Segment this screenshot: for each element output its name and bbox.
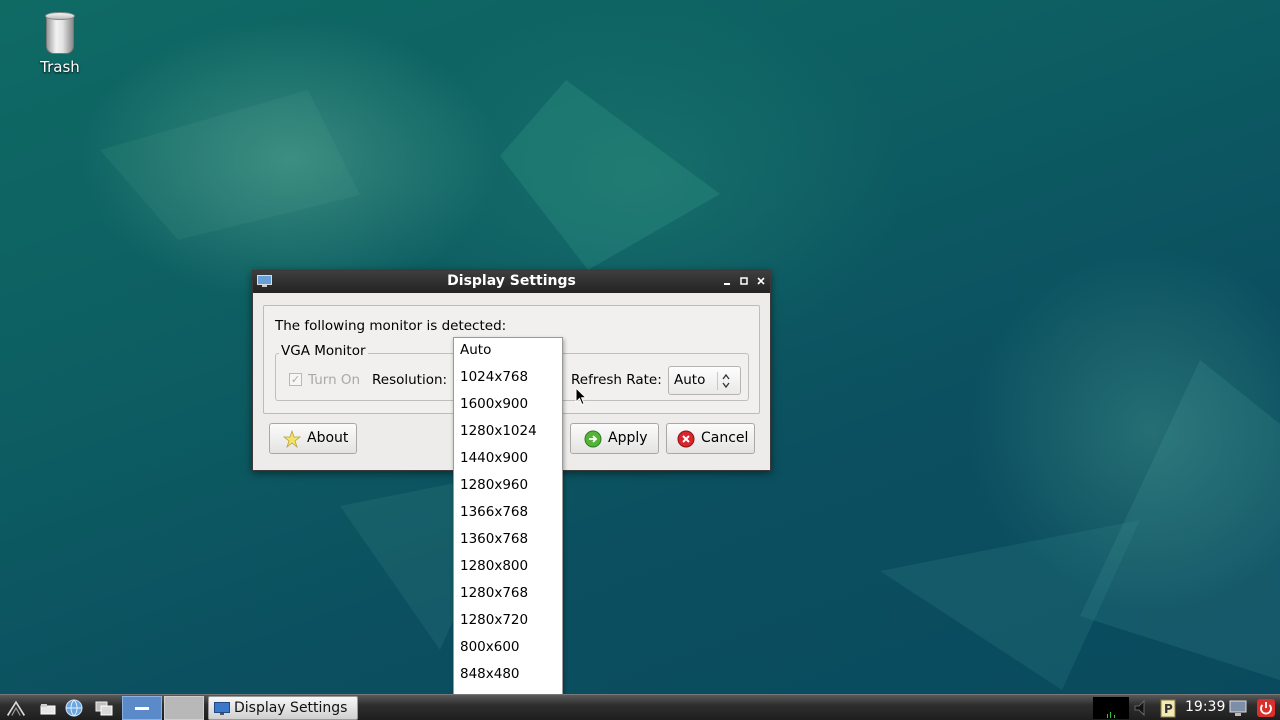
resolution-option[interactable]: 1600x900	[454, 392, 562, 419]
resolution-option[interactable]: 1280x960	[454, 473, 562, 500]
desktop-icon-trash[interactable]: Trash	[30, 12, 90, 76]
resolution-option[interactable]: 1280x720	[454, 608, 562, 635]
workspace-1-button[interactable]	[122, 696, 162, 720]
resolution-option[interactable]: 800x600	[454, 635, 562, 662]
refresh-rate-value: Auto	[674, 372, 706, 388]
about-button[interactable]: About	[269, 423, 357, 454]
resolution-label: Resolution:	[372, 372, 448, 388]
desktop-icon-label: Trash	[40, 58, 80, 76]
trash-icon	[45, 12, 75, 54]
resolution-option[interactable]: 848x480	[454, 662, 562, 689]
clock[interactable]: 19:39	[1185, 699, 1225, 715]
turn-on-label: Turn On	[308, 372, 361, 388]
cpu-monitor-graph[interactable]	[1093, 697, 1129, 719]
apply-icon	[584, 430, 602, 448]
taskbar-window-label: Display Settings	[234, 700, 348, 716]
resolution-option[interactable]: 1024x768	[454, 365, 562, 392]
resolution-option[interactable]: 1440x900	[454, 446, 562, 473]
up-down-arrows-icon	[721, 371, 731, 394]
resolution-option[interactable]: 1366x768	[454, 500, 562, 527]
cancel-icon	[677, 430, 695, 448]
wallpaper-shard	[1080, 360, 1280, 680]
cancel-button-label: Cancel	[701, 430, 749, 446]
resolution-option[interactable]: Auto	[454, 338, 562, 365]
cancel-button[interactable]: Cancel	[666, 423, 755, 454]
show-desktop-icon[interactable]	[94, 698, 114, 718]
detected-text: The following monitor is detected:	[275, 318, 507, 334]
close-button[interactable]	[754, 273, 768, 289]
taskbar-window-display-settings[interactable]: Display Settings	[208, 696, 358, 720]
wallpaper-shard	[100, 90, 360, 240]
maximize-button[interactable]	[737, 273, 751, 289]
close-icon	[757, 277, 765, 285]
volume-icon[interactable]	[1132, 698, 1152, 718]
resolution-option[interactable]: 1280x768	[454, 581, 562, 608]
refresh-rate-select[interactable]: Auto	[668, 366, 741, 395]
wallpaper-shard	[500, 80, 720, 270]
taskbar: Display Settings P 19:39	[0, 694, 1280, 720]
file-manager-icon[interactable]	[38, 698, 58, 718]
clipboard-manager-icon[interactable]: P	[1158, 698, 1178, 718]
power-icon[interactable]	[1256, 698, 1276, 718]
resolution-option[interactable]: 1280x800	[454, 554, 562, 581]
wallpaper-shard	[880, 520, 1140, 690]
apply-button-label: Apply	[608, 430, 648, 446]
resolution-option[interactable]: 1360x768	[454, 527, 562, 554]
about-button-label: About	[307, 430, 349, 446]
monitor-group-label: VGA Monitor	[279, 343, 368, 359]
web-browser-icon[interactable]	[64, 698, 84, 718]
resolution-option[interactable]: 1280x1024	[454, 419, 562, 446]
mouse-cursor-icon	[575, 387, 587, 406]
maximize-icon	[740, 277, 748, 285]
window-title: Display Settings	[447, 273, 576, 289]
svg-text:P: P	[1164, 702, 1173, 716]
star-icon	[283, 430, 301, 448]
minimize-icon	[724, 283, 730, 285]
apply-button[interactable]: Apply	[570, 423, 659, 454]
workspace-2-button[interactable]	[164, 696, 204, 720]
refresh-rate-label: Refresh Rate:	[571, 372, 662, 388]
start-menu-icon[interactable]	[6, 698, 26, 718]
minimize-button[interactable]	[720, 273, 734, 289]
turn-on-checkbox[interactable]: ✓	[289, 373, 302, 386]
resolution-dropdown-list: Auto 1024x768 1600x900 1280x1024 1440x90…	[453, 337, 563, 715]
window-titlebar[interactable]: Display Settings	[253, 271, 770, 293]
monitor-icon	[214, 702, 230, 715]
network-icon[interactable]	[1228, 698, 1248, 718]
